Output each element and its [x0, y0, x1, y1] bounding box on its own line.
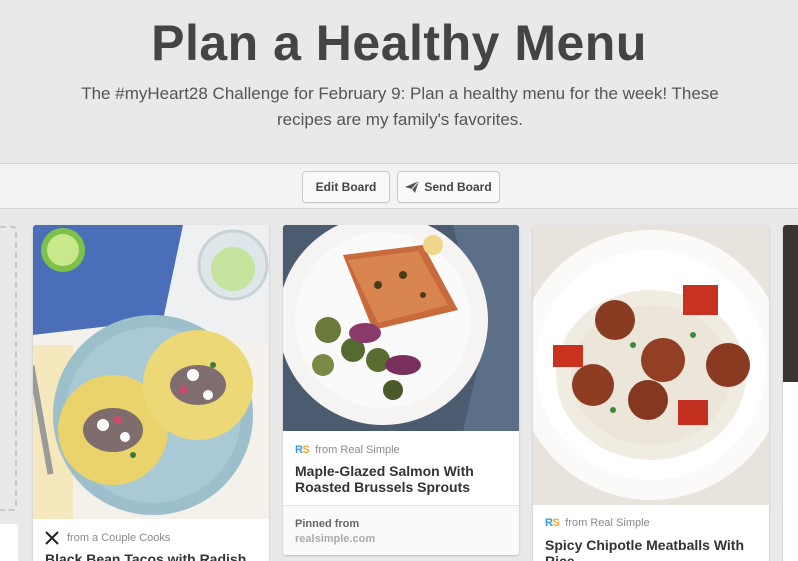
- pin-source[interactable]: from a Couple Cooks: [45, 531, 170, 545]
- board-header: Plan a Healthy Menu The #myHeart28 Chall…: [0, 0, 798, 163]
- pin-source[interactable]: RS from Real Simple: [295, 444, 400, 456]
- pin-source-label: from Real Simple: [565, 517, 650, 529]
- pin-source-label: from Real Simple: [315, 444, 400, 456]
- pin-image-salmon[interactable]: [283, 225, 519, 431]
- pin-image-tacos[interactable]: [33, 225, 269, 519]
- pinned-from-link[interactable]: realsimple.com: [295, 533, 375, 545]
- board-title: Plan a Healthy Menu: [151, 15, 647, 71]
- crossed-utensils-icon: [45, 531, 59, 545]
- board-toolbar: Edit Board Send Board: [0, 163, 798, 209]
- pin-image-meatballs[interactable]: [533, 225, 769, 505]
- pinned-from: Pinned from realsimple.com: [283, 505, 519, 555]
- pin-card[interactable]: RS from Real Simple Spicy Chipotle Meatb…: [533, 225, 769, 561]
- add-pin-placeholder[interactable]: [0, 226, 17, 511]
- edit-board-label: Edit Board: [315, 180, 377, 194]
- pin-title[interactable]: Maple-Glazed Salmon With Roasted Brussel…: [295, 463, 509, 495]
- pin-title[interactable]: Black Bean Tacos with Radish: [45, 551, 259, 561]
- pin-grid: from a Couple Cooks Black Bean Tacos wit…: [0, 209, 798, 561]
- edit-board-button[interactable]: Edit Board: [302, 171, 390, 203]
- real-simple-logo-icon: RS: [545, 517, 560, 529]
- paper-plane-icon: [405, 181, 420, 193]
- pin-card[interactable]: [783, 225, 798, 561]
- pin-card[interactable]: RS from Real Simple Maple-Glazed Salmon …: [283, 225, 519, 555]
- send-board-label: Send Board: [424, 180, 492, 194]
- board-description: The #myHeart28 Challenge for February 9:…: [81, 84, 719, 129]
- pin-image-partial[interactable]: [783, 225, 798, 382]
- send-board-button[interactable]: Send Board: [397, 171, 500, 203]
- ghost-card: [0, 524, 18, 561]
- pinned-from-label: Pinned from: [295, 518, 360, 530]
- pin-source[interactable]: RS from Real Simple: [545, 517, 650, 529]
- real-simple-logo-icon: RS: [295, 444, 310, 456]
- pin-title[interactable]: Spicy Chipotle Meatballs With Rice: [545, 537, 759, 561]
- pin-card[interactable]: from a Couple Cooks Black Bean Tacos wit…: [33, 225, 269, 561]
- pin-source-label: from a Couple Cooks: [67, 532, 171, 544]
